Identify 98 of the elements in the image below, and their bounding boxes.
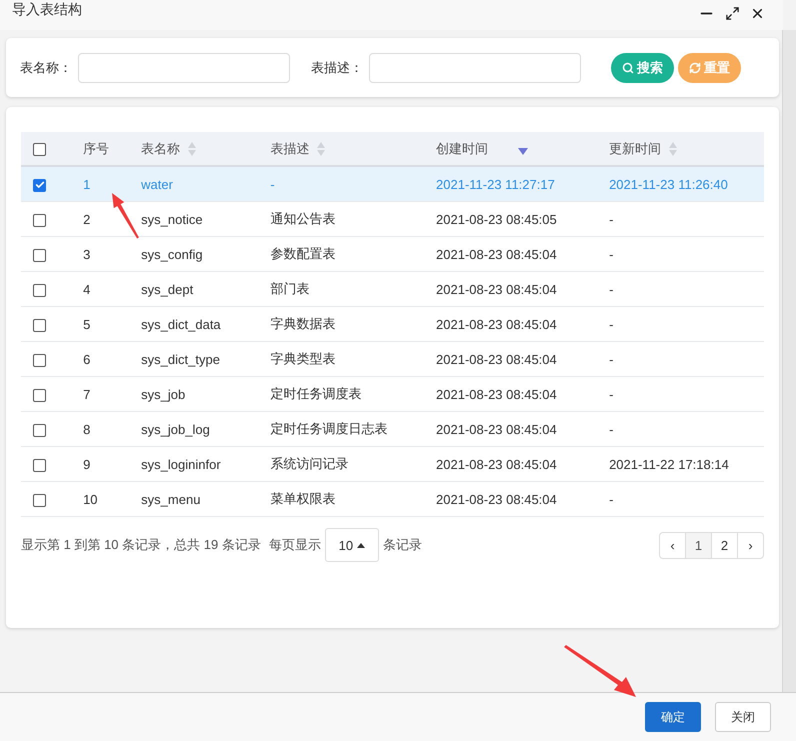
table-row[interactable]: 5 sys_dict_data 字典数据表 2021-08-23 08:45:04 -: [21, 306, 764, 342]
table-cell: 菜单权限表: [270, 491, 336, 506]
table-cell: -: [609, 352, 614, 366]
checkbox[interactable]: [33, 388, 46, 402]
page-button[interactable]: ‹: [659, 532, 686, 558]
table-cell: sys_config: [141, 246, 203, 262]
table-cell: 7: [83, 386, 90, 402]
table-cell: 2021-11-22 17:18:14: [609, 456, 729, 472]
checkbox[interactable]: [33, 248, 46, 262]
sort-icon: [317, 142, 326, 156]
table-cell: 2021-08-23 08:45:04: [436, 456, 557, 472]
column-header[interactable]: 更新时间: [609, 140, 662, 158]
table-cell: 6: [83, 352, 90, 366]
table-row[interactable]: 9 sys_logininfor 系统访问记录 2021-08-23 08:45:04 2021-11-22 17:18:14: [21, 446, 764, 482]
checkbox[interactable]: [33, 143, 46, 156]
table-row[interactable]: 7 sys_job 定时任务调度表 2021-08-23 08:45:04 -: [21, 376, 764, 412]
column-header[interactable]: 表描述: [270, 140, 310, 158]
search-icon: [622, 62, 634, 74]
checkbox[interactable]: [33, 214, 46, 227]
table-row[interactable]: 4 sys_dept 部门表 2021-08-23 08:45:04 -: [21, 272, 764, 306]
table-cell: 通知公告表: [270, 211, 336, 226]
column-header[interactable]: 表名称: [141, 140, 180, 158]
table-cell: 2021-11-23 11:27:17: [436, 176, 555, 192]
maximize-icon[interactable]: [725, 6, 740, 20]
pagination-summary: 显示第 1 到第 10 条记录，总共 19 条记录: [21, 536, 261, 554]
table-cell: 2021-08-23 08:45:04: [436, 386, 557, 402]
table-cell: -: [609, 246, 614, 262]
table-row[interactable]: 10 sys_menu 菜单权限表 2021-08-23 08:45:04 -: [21, 482, 764, 516]
table-cell: sys_dict_data: [141, 316, 221, 332]
scrollbar[interactable]: [782, 30, 796, 692]
table-cell: sys_job: [141, 386, 186, 402]
table-cell: 8: [83, 422, 90, 436]
table-cell: sys_logininfor: [141, 456, 221, 472]
table-cell: 3: [83, 246, 90, 262]
table-cell: 定时任务调度表: [270, 386, 362, 401]
table-cell: 字典数据表: [270, 316, 336, 331]
page-size-dropdown[interactable]: 10: [324, 528, 379, 562]
table-row[interactable]: 2 sys_notice 通知公告表 2021-08-23 08:45:05 -: [21, 202, 764, 236]
page-button[interactable]: ›: [737, 532, 764, 558]
sort-icon: [188, 142, 196, 156]
table-cell: 4: [83, 282, 90, 296]
table-cell: 定时任务调度日志表: [270, 421, 388, 436]
field-label: 表描述：: [311, 58, 363, 76]
table-cell: -: [609, 422, 614, 436]
column-header[interactable]: 创建时间: [436, 140, 488, 158]
table-cell: -: [609, 282, 614, 296]
table-row[interactable]: 3 sys_config 参数配置表 2021-08-23 08:45:04 -: [21, 236, 764, 272]
page-button[interactable]: 2: [711, 532, 738, 558]
checkbox[interactable]: [33, 458, 46, 472]
table-cell: sys_dept: [141, 282, 194, 296]
table-cell: 参数配置表: [270, 246, 336, 261]
caret-icon: [357, 542, 366, 548]
checkbox[interactable]: [33, 494, 46, 507]
close-button[interactable]: 关闭: [715, 702, 771, 732]
table-cell: 9: [83, 456, 90, 472]
table-cell: 10: [83, 492, 98, 506]
table-cell: 字典类型表: [270, 351, 336, 366]
table-cell: 系统访问记录: [270, 456, 348, 471]
sort-icon: [669, 142, 678, 156]
table-cell: 5: [83, 316, 90, 332]
input-field[interactable]: [369, 52, 581, 82]
table-cell: sys_dict_type: [141, 352, 220, 366]
table-cell: sys_job_log: [141, 422, 210, 436]
refresh-icon: [689, 62, 701, 74]
table-cell: 2021-08-23 08:45:04: [436, 422, 557, 436]
table-cell: 2021-08-23 08:45:04: [436, 316, 557, 332]
table-cell: -: [609, 212, 614, 226]
page-button[interactable]: 1: [685, 532, 712, 558]
table-cell: 部门表: [270, 281, 310, 296]
table-row[interactable]: 8 sys_job_log 定时任务调度日志表 2021-08-23 08:45:04 -: [21, 412, 764, 446]
table-cell: 2021-08-23 08:45:04: [436, 352, 557, 366]
checkbox[interactable]: [33, 284, 46, 297]
checkbox[interactable]: [33, 354, 46, 367]
table-cell: 2021-08-23 08:45:04: [436, 492, 557, 506]
page-size-suffix: 条记录: [382, 536, 422, 554]
window-title: 导入表结构: [12, 1, 83, 19]
table-cell: sys_notice: [141, 212, 203, 226]
table-cell: 2021-08-23 08:45:05: [436, 212, 557, 226]
sort-descending-icon: [518, 148, 528, 155]
table-cell: 2021-08-23 08:45:04: [436, 282, 557, 296]
table-cell: 2021-11-23 11:26:40: [609, 176, 728, 192]
table-cell: -: [609, 386, 614, 402]
page-size-label: 每页显示: [268, 536, 321, 554]
checkbox[interactable]: [33, 178, 46, 192]
table-row[interactable]: 6 sys_dict_type 字典类型表 2021-08-23 08:45:04 -: [21, 342, 764, 376]
confirm-button[interactable]: 确定: [645, 702, 701, 732]
table-cell: 1: [83, 176, 90, 192]
checkbox[interactable]: [33, 424, 46, 437]
table-cell: -: [609, 492, 614, 506]
field-label: 表名称：: [20, 58, 72, 76]
table-cell: 2021-08-23 08:45:04: [436, 246, 557, 262]
table-cell: -: [609, 316, 614, 332]
input-field[interactable]: [78, 52, 290, 82]
table-cell: 2: [83, 212, 90, 226]
checkbox[interactable]: [33, 318, 46, 332]
table-cell: sys_menu: [141, 492, 200, 506]
table-cell: water: [141, 176, 173, 192]
table-cell: -: [270, 176, 275, 192]
